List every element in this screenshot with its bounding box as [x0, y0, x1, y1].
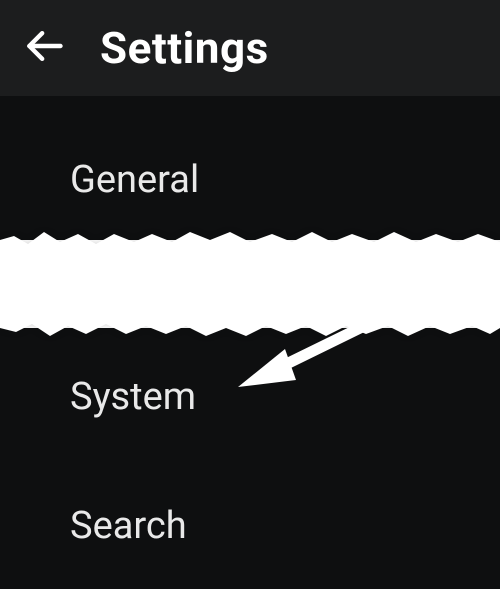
arrow-left-icon [22, 24, 66, 72]
torn-section-indicator [0, 240, 500, 328]
settings-screen: Settings General System Search [0, 0, 500, 589]
top-bar: Settings [0, 0, 500, 96]
page-title: Settings [100, 22, 269, 74]
settings-item-system[interactable]: System [0, 328, 500, 466]
back-button[interactable] [22, 26, 66, 70]
settings-item-label: General [70, 158, 199, 202]
settings-item-search[interactable]: Search [0, 466, 500, 586]
settings-list: General System Search [0, 96, 500, 586]
settings-item-label: Search [70, 504, 187, 548]
settings-item-label: System [70, 375, 196, 419]
